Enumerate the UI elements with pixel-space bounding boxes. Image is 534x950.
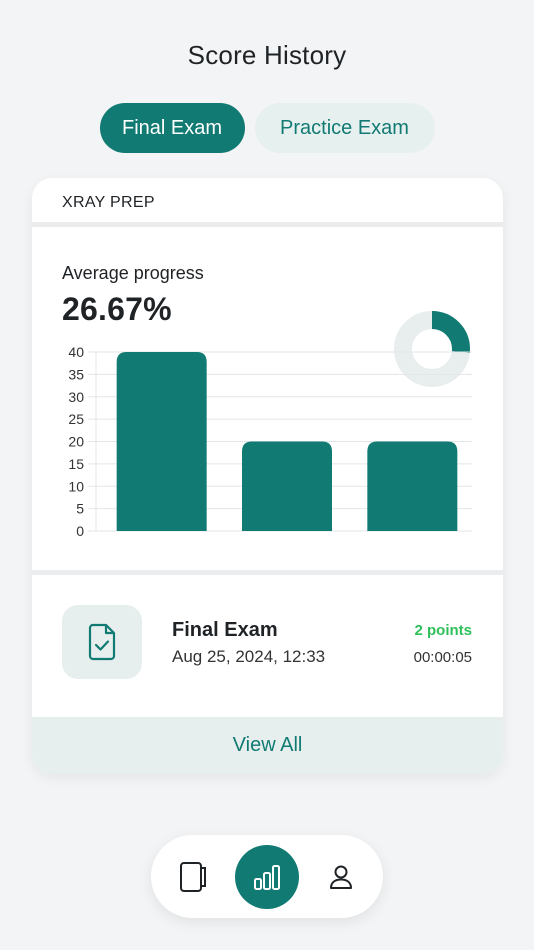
exam-name: Final Exam [172,619,278,641]
view-all-button[interactable]: View All [32,717,503,774]
y-tick-label: 35 [68,366,84,382]
y-tick-label: 25 [68,411,84,427]
tab-practice-exam[interactable]: Practice Exam [254,103,435,153]
nav-stats-button[interactable] [235,845,299,909]
section-title: XRAY PREP [32,178,503,227]
bottom-navigation [151,835,383,918]
chart-bar [116,352,207,531]
score-card: XRAY PREP Average progress 26.67% 0 5 10 15… [32,178,503,774]
exam-duration: 00:00:05 [413,649,472,666]
nav-notebook-button[interactable] [161,845,225,909]
y-tick-label: 10 [68,478,84,494]
nav-profile-button[interactable] [309,845,373,909]
exam-icon-tile [62,605,142,679]
y-tick-label: 40 [68,344,84,360]
tab-final-exam[interactable]: Final Exam [99,103,245,153]
y-tick-label: 5 [76,501,84,517]
exam-date: Aug 25, 2024, 12:33 [172,647,326,666]
y-tick-label: 0 [76,523,84,539]
user-icon [330,865,352,889]
average-progress-value: 26.67% [62,291,172,327]
average-progress-label: Average progress [62,263,204,283]
document-check-icon [88,623,116,661]
chart-bar [367,441,458,531]
progress-chart-section: Average progress 26.67% 0 5 10 15 20 25 30 35 40 [32,227,503,575]
latest-exam-row[interactable]: Final Exam Aug 25, 2024, 12:33 2 points … [32,575,503,710]
y-tick-label: 20 [68,434,84,450]
page-title: Score History [187,40,347,70]
score-bar-chart: 0 5 10 15 20 25 30 35 40 [68,344,472,539]
bar-chart-icon [254,865,280,890]
y-tick-label: 15 [68,456,84,472]
exam-points: 2 points [414,622,472,639]
notebook-icon [180,862,206,892]
exam-type-tabs: Final Exam Practice Exam [0,103,534,153]
chart-bar [242,441,332,531]
y-tick-label: 30 [68,389,84,405]
